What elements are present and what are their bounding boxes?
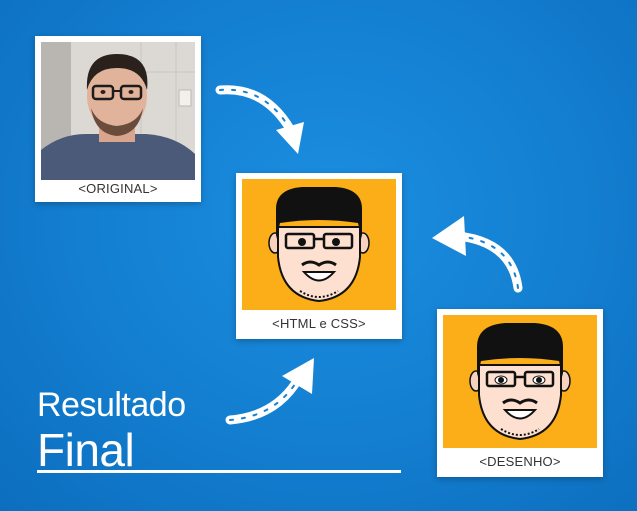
arrow-title-to-html-icon <box>225 358 314 425</box>
title-resultado: Resultado <box>37 386 186 424</box>
original-photo <box>41 42 195 180</box>
original-caption: <ORIGINAL> <box>78 181 158 196</box>
html-css-card: <HTML e CSS> <box>236 173 402 339</box>
arrow-original-to-html-icon <box>215 85 304 154</box>
arrow-desenho-to-html-icon <box>432 216 523 293</box>
desenho-illustration <box>443 315 597 448</box>
desenho-card: <DESENHO> <box>437 309 603 477</box>
original-photo-card: <ORIGINAL> <box>35 36 201 202</box>
title-final: Final <box>37 424 135 476</box>
html-css-caption: <HTML e CSS> <box>272 316 366 331</box>
title-underline <box>37 470 401 473</box>
desenho-caption: <DESENHO> <box>479 454 561 469</box>
html-css-illustration <box>242 179 396 310</box>
